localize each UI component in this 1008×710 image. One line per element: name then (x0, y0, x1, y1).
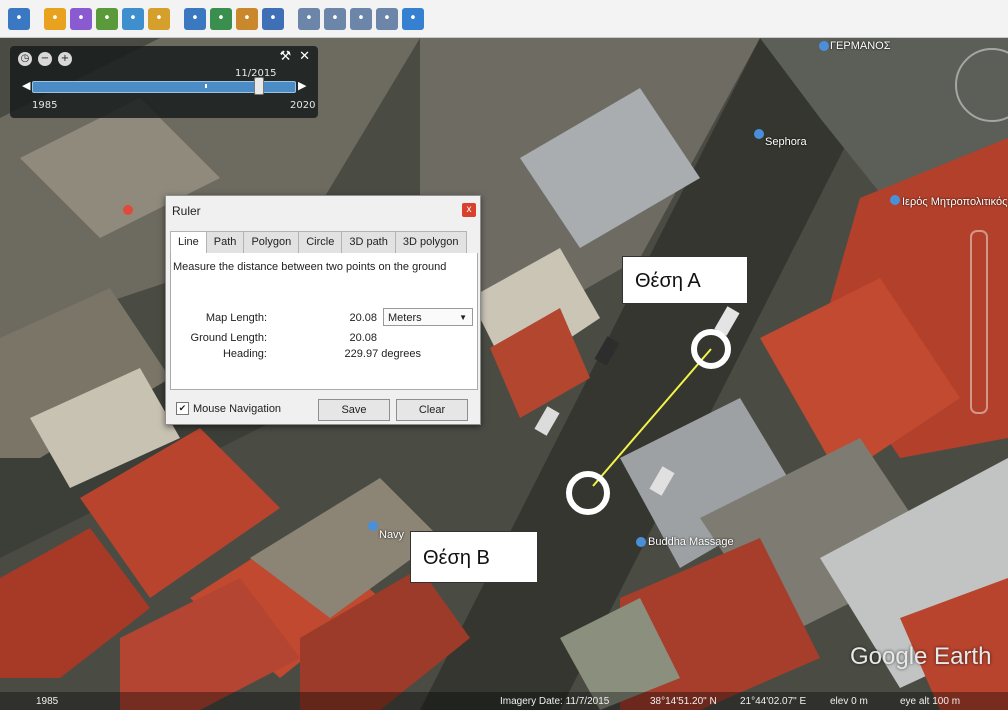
end-year: 2020 (290, 100, 316, 111)
pin-icon (123, 205, 133, 215)
checkbox-check-icon[interactable]: ✔ (176, 402, 189, 415)
step-back-icon[interactable]: ◀ (22, 79, 30, 92)
poi-navy[interactable]: Navy (379, 529, 404, 541)
longitude: 21°44'02.07" E (740, 696, 807, 707)
map-length-value: 20.08 (349, 312, 377, 324)
unit-select[interactable]: Meters ▼ (383, 308, 473, 326)
latitude: 38°14'51.20" N (650, 696, 717, 707)
tab-line[interactable]: Line (170, 231, 207, 254)
image-overlay-icon[interactable]: • (122, 7, 144, 30)
position-a-label: Θέση Α (622, 256, 748, 304)
mouse-navigation-label: Mouse Navigation (193, 402, 282, 415)
historical-imagery-slider: ◷ − + ⚒ ✕ 11/2015 ◀ ▶ 1985 2020 (10, 46, 318, 118)
close-icon[interactable]: ✕ (299, 49, 310, 64)
poi-germanos[interactable]: ΓΕΡΜΑΝΟΣ (830, 40, 891, 52)
map-view[interactable] (0, 38, 1008, 710)
poi-buddha-massage[interactable]: Buddha Massage (648, 536, 734, 548)
ground-length-label: Ground Length: (190, 332, 267, 344)
wrench-icon[interactable]: ⚒ (279, 49, 291, 64)
sunlight-icon[interactable]: • (210, 7, 232, 30)
map-length-label: Map Length: (205, 312, 267, 324)
print-icon[interactable]: • (324, 7, 346, 30)
tab-circle[interactable]: Circle (298, 231, 343, 253)
google-earth-logo: Google Earth (850, 643, 992, 670)
year-badge: 1985 (36, 696, 59, 707)
unit-select-value: Meters (388, 312, 422, 324)
placemark-icon[interactable]: • (44, 7, 66, 30)
path-icon[interactable]: • (96, 7, 118, 30)
pin-icon (636, 537, 646, 547)
time-thumb[interactable] (254, 77, 264, 95)
historical-imagery-icon[interactable]: • (184, 7, 206, 30)
zoom-out-icon[interactable]: − (38, 52, 52, 66)
clear-button[interactable]: Clear (396, 399, 468, 421)
globe-icon[interactable]: • (402, 7, 424, 30)
pin-icon (368, 521, 378, 531)
polygon-icon[interactable]: • (70, 7, 92, 30)
satellite-imagery (0, 38, 1008, 710)
start-year: 1985 (32, 100, 58, 111)
chevron-down-icon: ▼ (459, 313, 467, 322)
tab-path[interactable]: Path (205, 231, 245, 253)
tab-polygon[interactable]: Polygon (243, 231, 300, 253)
pin-icon (819, 41, 829, 51)
main-toolbar: • • • • • • • • • • • • • • • (0, 0, 1008, 38)
position-b-label: Θέση Β (410, 531, 538, 583)
mouse-navigation-checkbox[interactable]: ✔ Mouse Navigation (176, 402, 281, 415)
ground-length-value: 20.08 (349, 332, 377, 344)
ruler-dialog: Ruler x Line Path Polygon Circle 3D path 3D p… (165, 195, 481, 425)
line-panel: Measure the distance between two points … (170, 253, 478, 390)
dialog-title: Ruler (172, 204, 201, 218)
pin-icon (890, 195, 900, 205)
ruler-tabs: Line Path Polygon Circle 3D path 3D polygon (170, 231, 476, 254)
clock-icon[interactable]: ◷ (18, 52, 32, 66)
status-bar: 1985 Imagery Date: 11/7/2015 38°14'51.20… (0, 692, 1008, 710)
tab-3d-path[interactable]: 3D path (341, 231, 396, 253)
zoom-in-icon[interactable]: + (58, 52, 72, 66)
imagery-date: Imagery Date: 11/7/2015 (500, 696, 610, 707)
view-in-maps-icon[interactable]: • (376, 7, 398, 30)
planets-icon[interactable]: • (236, 7, 258, 30)
zoom-slider[interactable] (970, 230, 988, 414)
step-forward-icon[interactable]: ▶ (298, 79, 306, 92)
heading-value: 229.97 degrees (344, 348, 421, 360)
poi-metropolitan[interactable]: Ιερός Μητροπολιτικός (902, 196, 1007, 208)
save-image-icon[interactable]: • (350, 7, 372, 30)
elevation: elev 0 m (830, 696, 868, 707)
eye-altitude: eye alt 100 m (900, 696, 961, 707)
description: Measure the distance between two points … (173, 261, 447, 273)
ruler-icon[interactable]: • (262, 7, 284, 30)
record-tour-icon[interactable]: • (148, 7, 170, 30)
heading-label: Heading: (222, 348, 267, 360)
poi-sephora[interactable]: Sephora (765, 136, 807, 148)
pin-icon (754, 129, 764, 139)
sidebar-icon[interactable]: • (8, 7, 30, 30)
tab-3d-polygon[interactable]: 3D polygon (394, 231, 467, 253)
close-button[interactable]: x (462, 203, 476, 217)
time-range-ticks (205, 84, 259, 88)
save-button[interactable]: Save (318, 399, 390, 421)
email-icon[interactable]: • (298, 7, 320, 30)
